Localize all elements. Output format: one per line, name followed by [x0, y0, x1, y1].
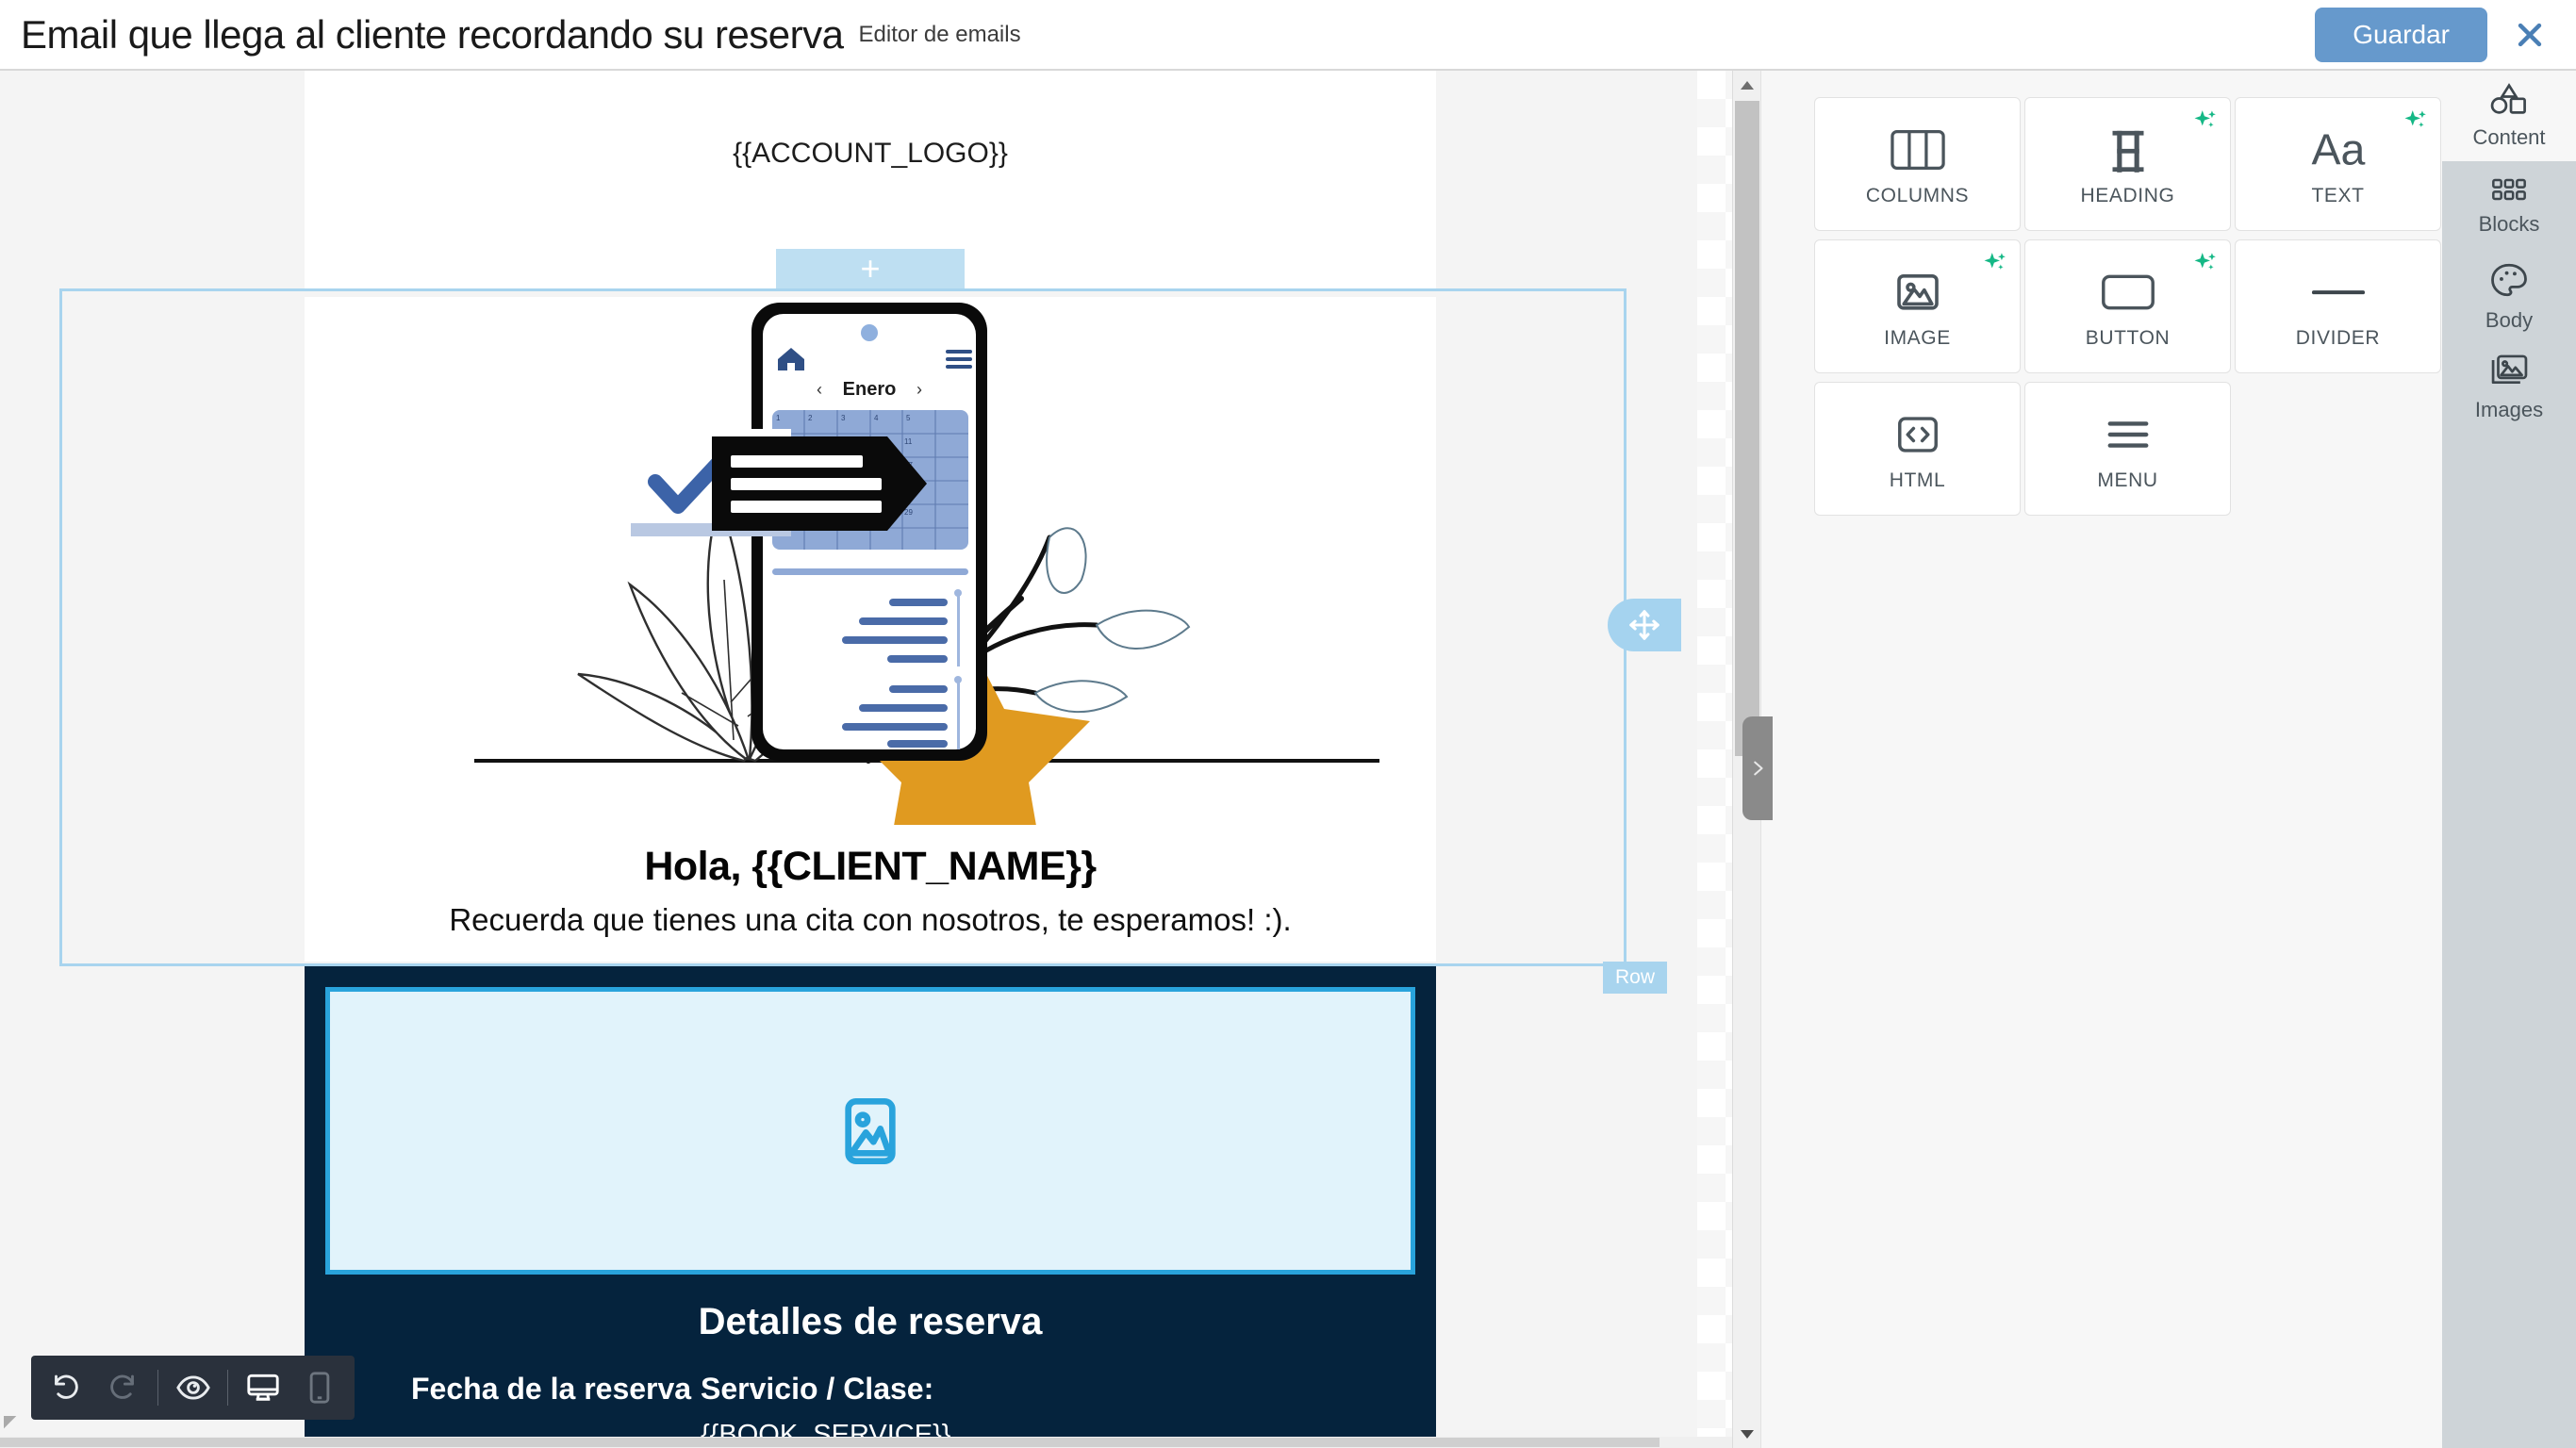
row-badge[interactable]: Row: [1603, 962, 1667, 994]
grid-dots-icon: [2490, 176, 2528, 207]
email-canvas[interactable]: {{ACCOUNT_LOGO}} + Enero ‹ › 1 2 3 4 5 1…: [0, 71, 1732, 1448]
tab-content[interactable]: Content: [2442, 71, 2576, 161]
ai-sparkle-icon: [1983, 251, 2007, 280]
detail-label: Fecha de la reserva: [411, 1372, 692, 1406]
caret-down-icon[interactable]: [1733, 1420, 1761, 1448]
save-button[interactable]: Guardar: [2315, 7, 2487, 62]
image-icon: [1893, 263, 1942, 321]
page-title: Email que llega al cliente recordando su…: [21, 11, 844, 57]
panel-collapse-toggle[interactable]: [1742, 716, 1773, 820]
account-logo-placeholder: {{ACCOUNT_LOGO}}: [733, 137, 1008, 169]
eye-icon[interactable]: [171, 1365, 216, 1410]
toolbar-divider: [227, 1370, 229, 1406]
page-subtitle: Editor de emails: [858, 21, 1021, 47]
tab-label: Content: [2472, 125, 2546, 149]
block-card-html[interactable]: HTML: [1814, 382, 2021, 516]
block-label: BUTTON: [2085, 327, 2171, 349]
block-card-columns[interactable]: COLUMNS: [1814, 97, 2021, 231]
palette-icon: [2489, 261, 2529, 304]
move-arrows-icon[interactable]: [1608, 599, 1681, 651]
chevron-right-icon: [1754, 761, 1763, 776]
content-blocks-panel: COLUMNS HEADING Aa TEXT IMAGE BUTTON DIV…: [1760, 71, 2442, 1448]
block-label: COLUMNS: [1865, 185, 1970, 206]
text-icon: Aa: [2309, 121, 2368, 179]
heading-icon: [2107, 121, 2149, 179]
tab-body[interactable]: Body: [2442, 252, 2576, 342]
insert-block-button-top[interactable]: +: [776, 249, 965, 288]
selected-row-outline[interactable]: [59, 288, 1627, 966]
tab-label: Body: [2485, 308, 2534, 332]
tab-blocks[interactable]: Blocks: [2442, 161, 2576, 252]
tab-label: Blocks: [2478, 212, 2540, 236]
booking-details-section[interactable]: Detalles de reserva Fecha de la reserva …: [305, 966, 1436, 1448]
ai-sparkle-icon: [2193, 251, 2218, 280]
plus-icon: +: [860, 249, 881, 288]
detail-label: Servicio / Clase:: [701, 1372, 934, 1406]
toolbar-divider: [157, 1370, 158, 1406]
block-card-button[interactable]: BUTTON: [2024, 239, 2231, 373]
mobile-icon[interactable]: [297, 1365, 342, 1410]
block-card-text[interactable]: Aa TEXT: [2235, 97, 2441, 231]
tab-images[interactable]: Images: [2442, 342, 2576, 433]
redo-icon[interactable]: [100, 1365, 145, 1410]
block-label: TEXT: [2311, 185, 2365, 206]
block-label: HTML: [1889, 469, 1946, 491]
image-icon: [845, 1097, 896, 1164]
block-label: MENU: [2097, 469, 2158, 491]
block-card-menu[interactable]: MENU: [2024, 382, 2231, 516]
ai-sparkle-icon: [2403, 108, 2428, 138]
code-icon: [1894, 405, 1941, 464]
images-icon: [2488, 353, 2530, 393]
top-bar: Email que llega al cliente recordando su…: [0, 0, 2576, 71]
horizontal-scrollbar-thumb[interactable]: [0, 1438, 1660, 1447]
block-label: HEADING: [2080, 185, 2175, 206]
close-icon[interactable]: [2512, 17, 2548, 53]
block-card-heading[interactable]: HEADING: [2024, 97, 2231, 231]
panel-tab-rail: Content Blocks Body Images: [2442, 71, 2576, 1448]
ai-sparkle-icon: [2193, 108, 2218, 138]
top-bar-actions: Guardar: [2315, 7, 2548, 62]
block-label: IMAGE: [1884, 327, 1951, 349]
image-placeholder-block[interactable]: [325, 987, 1415, 1275]
divider-icon: [2311, 263, 2366, 321]
horizontal-scrollbar[interactable]: [0, 1437, 1732, 1448]
svg-text:Aa: Aa: [2311, 125, 2365, 174]
blocks-grid: COLUMNS HEADING Aa TEXT IMAGE BUTTON DIV…: [1814, 97, 2441, 524]
block-card-divider[interactable]: DIVIDER: [2235, 239, 2441, 373]
editor-bottom-toolbar: [31, 1356, 355, 1420]
columns-icon: [1890, 121, 1945, 179]
vertical-scrollbar-thumb[interactable]: [1735, 101, 1759, 756]
shapes-icon: [2488, 82, 2530, 121]
resize-grip-icon[interactable]: [4, 1416, 23, 1435]
undo-icon[interactable]: [43, 1365, 89, 1410]
desktop-icon[interactable]: [240, 1365, 286, 1410]
tab-label: Images: [2474, 398, 2544, 421]
block-label: DIVIDER: [2295, 327, 2381, 349]
button-icon: [2101, 263, 2155, 321]
details-title: Detalles de reserva: [698, 1301, 1043, 1342]
menu-icon: [2104, 405, 2153, 464]
caret-up-icon[interactable]: [1733, 71, 1761, 99]
block-card-image[interactable]: IMAGE: [1814, 239, 2021, 373]
